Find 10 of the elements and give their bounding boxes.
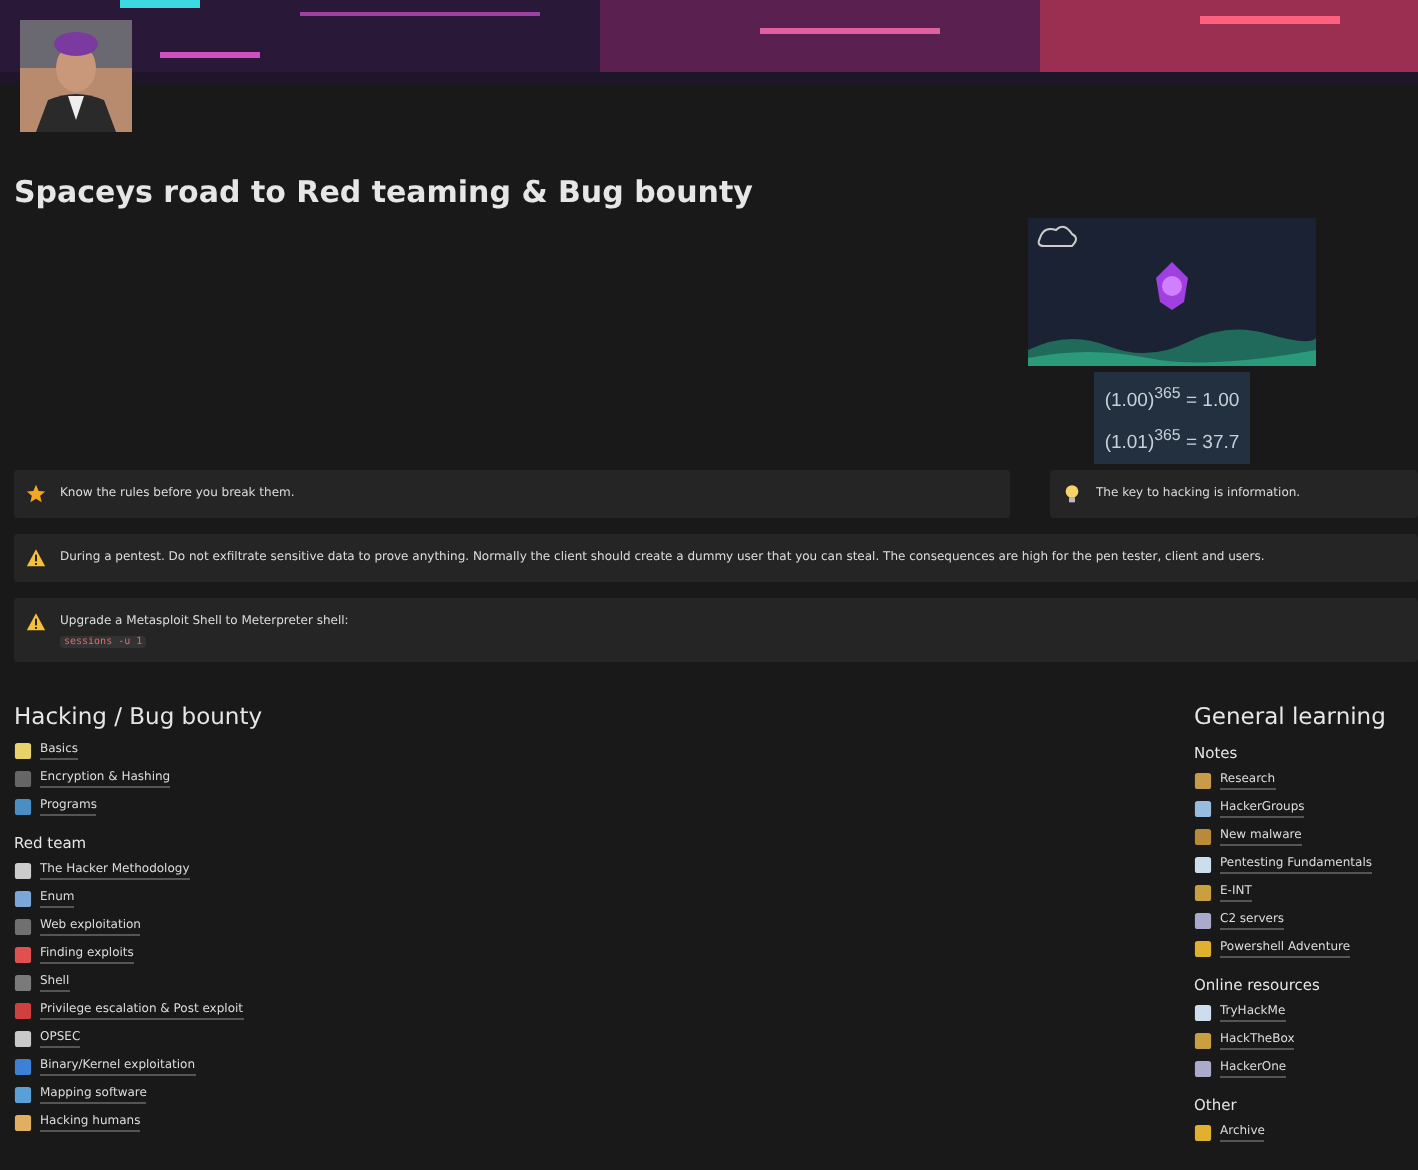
warning-icon xyxy=(26,612,46,633)
formula: (1.01)$^{365}$ = 37.7 xyxy=(1104,424,1240,459)
page-title: Spaceys road to Red teaming & Bug bounty xyxy=(14,174,755,214)
formula: (1.00)$^{365}$ = 1.00 xyxy=(1104,382,1240,417)
warning-icon xyxy=(26,548,46,569)
section-heading: General learning xyxy=(1194,702,1388,731)
lightbulb-icon xyxy=(1062,484,1082,505)
star-icon xyxy=(26,484,46,505)
section-heading: Hacking / Bug bounty xyxy=(14,702,263,731)
page-icon xyxy=(1194,1123,1212,1142)
